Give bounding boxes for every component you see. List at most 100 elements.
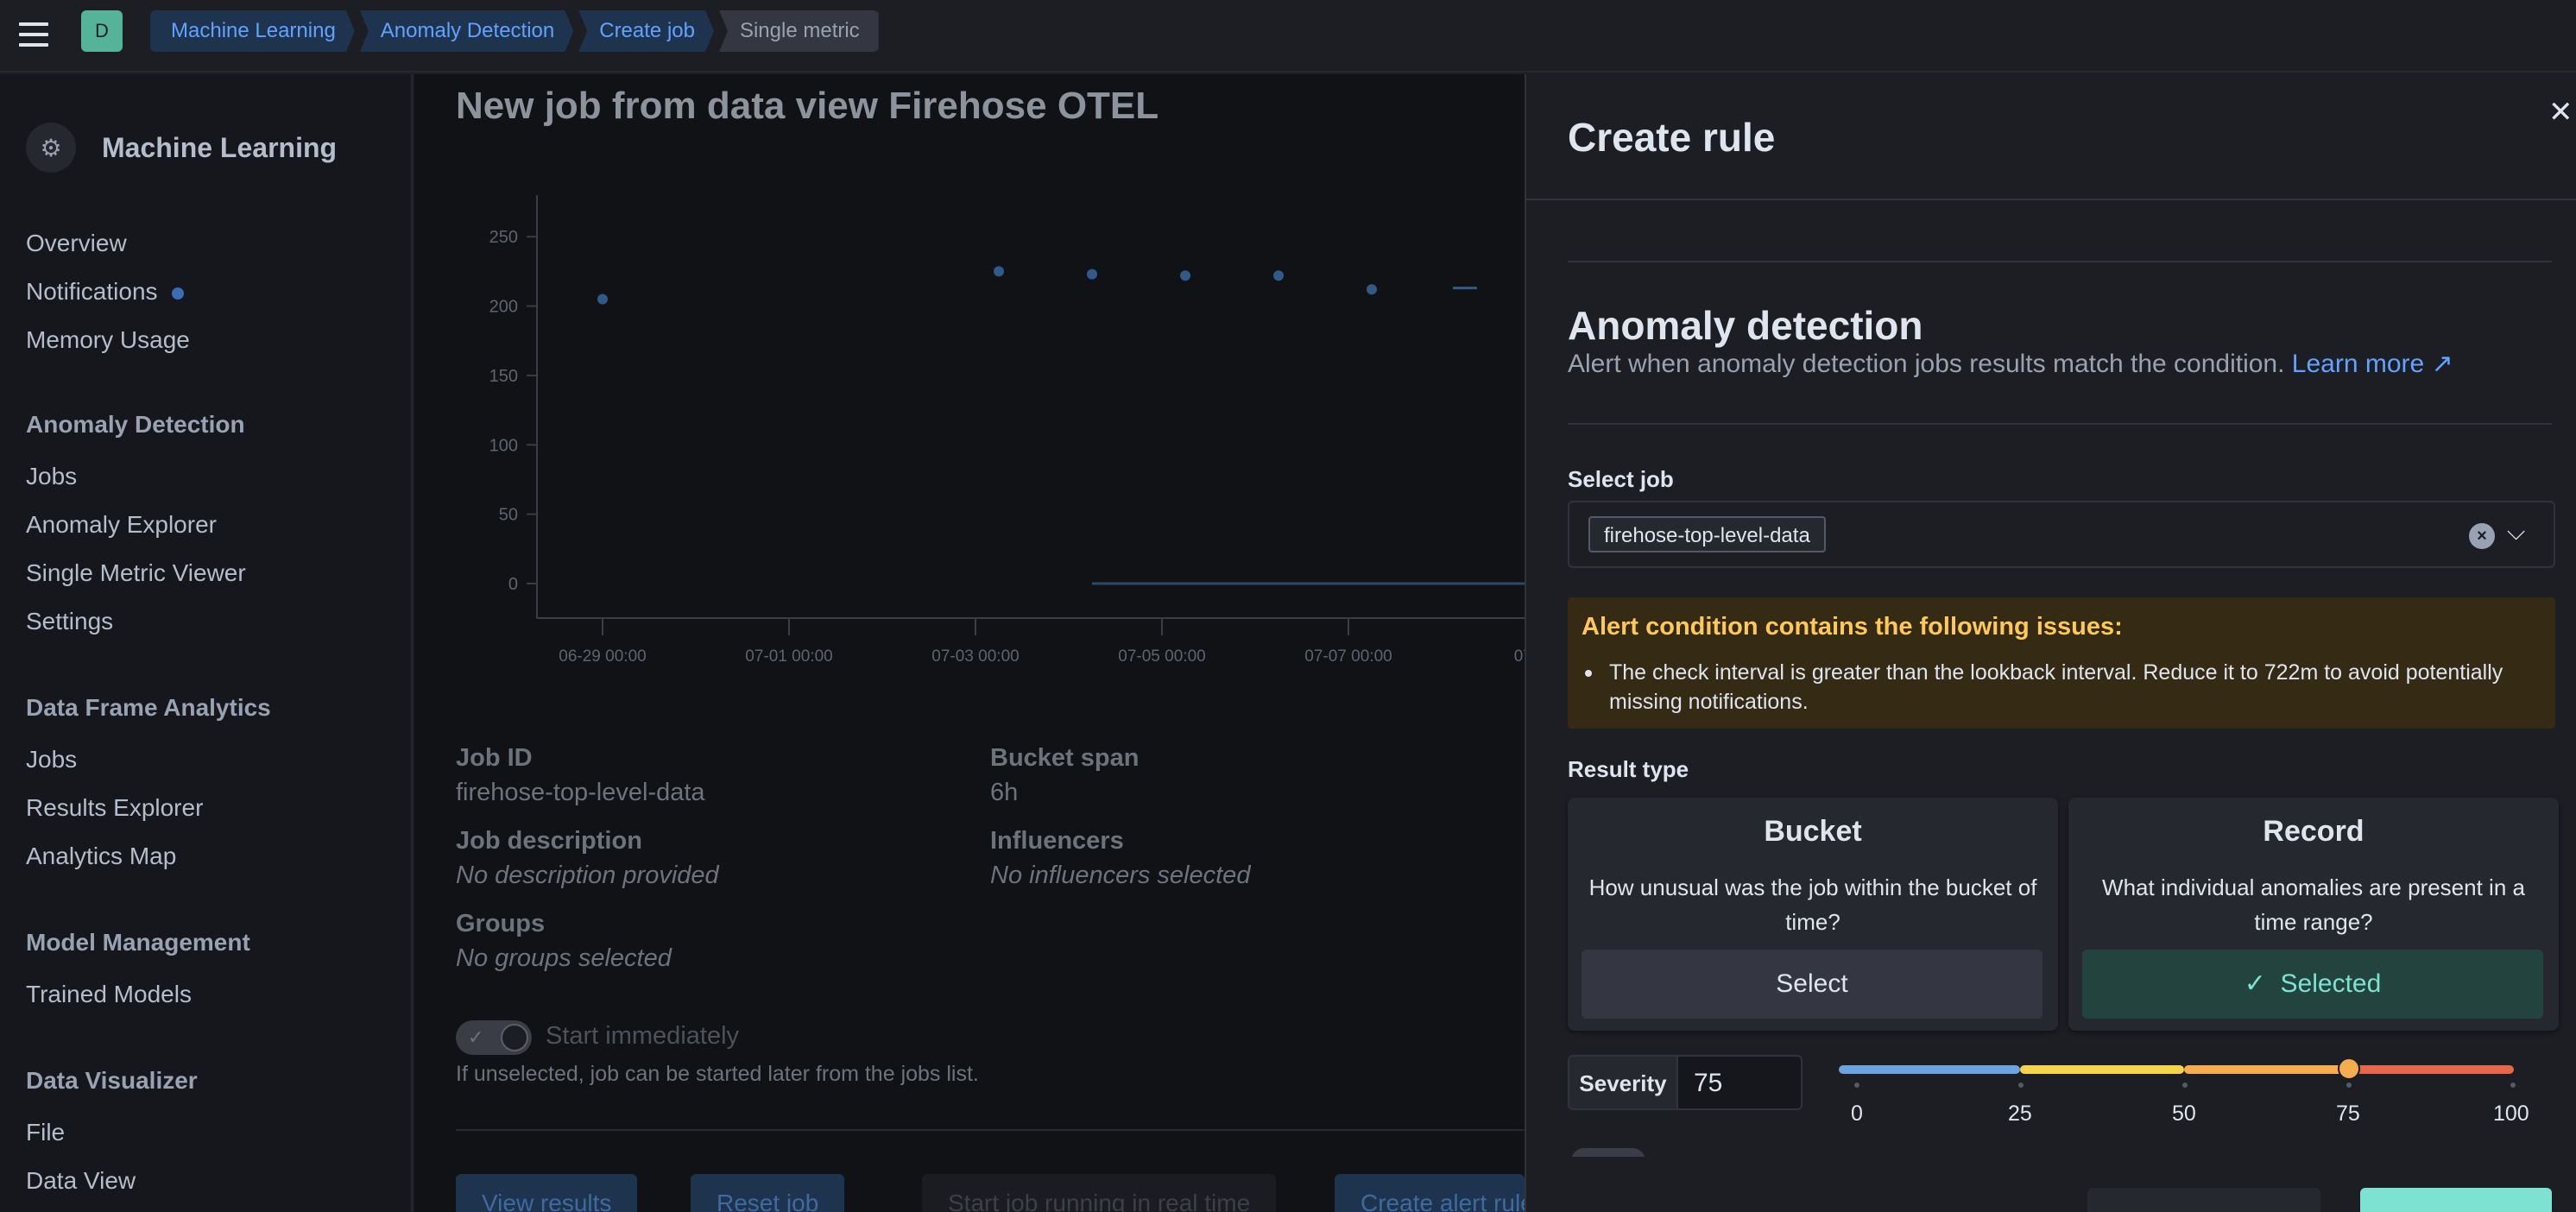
data-point bbox=[1180, 270, 1190, 281]
sidebar-item-analytics-map[interactable]: Analytics Map bbox=[26, 843, 176, 870]
top-bar: D Machine Learning Anomaly Detection Cre… bbox=[0, 0, 2576, 73]
sidebar-item-memory-usage[interactable]: Memory Usage bbox=[26, 326, 190, 354]
sidebar-title: Machine Learning bbox=[102, 131, 338, 163]
data-point bbox=[597, 294, 608, 305]
divider bbox=[1526, 199, 2576, 200]
breadcrumb-create-job[interactable]: Create job bbox=[578, 10, 714, 52]
space-avatar[interactable]: D bbox=[81, 10, 123, 52]
sidebar: ⚙ Machine Learning Overview Notification… bbox=[0, 74, 413, 1212]
slider-tick-label: 50 bbox=[2172, 1102, 2196, 1126]
sidebar-item-data-view[interactable]: Data View bbox=[26, 1167, 136, 1195]
sidebar-item-ad-jobs[interactable]: Jobs bbox=[26, 463, 77, 490]
reset-job-button[interactable]: Reset job bbox=[691, 1174, 845, 1212]
slider-tick bbox=[2182, 1083, 2188, 1088]
create-alert-rule-button[interactable]: Create alert rule bbox=[1335, 1174, 1525, 1212]
ml-logo-icon: ⚙ bbox=[26, 123, 76, 173]
callout-title: Alert condition contains the following i… bbox=[1582, 613, 2123, 641]
start-realtime-button[interactable]: Start job running in real time bbox=[922, 1174, 1277, 1212]
slider-tick bbox=[2346, 1083, 2352, 1088]
sidebar-group-anomaly-detection: Anomaly Detection bbox=[26, 411, 245, 438]
section-desc-text: Alert when anomaly detection jobs result… bbox=[1568, 350, 2285, 378]
check-icon: ✓ bbox=[2244, 969, 2266, 998]
breadcrumb: Machine Learning Anomaly Detection Creat… bbox=[150, 10, 884, 52]
data-point bbox=[1273, 270, 1284, 281]
slider-tick bbox=[2018, 1083, 2024, 1088]
sidebar-item-dfa-jobs[interactable]: Jobs bbox=[26, 746, 77, 773]
divider bbox=[1568, 261, 2552, 262]
data-point bbox=[1087, 268, 1097, 280]
y-tick-label: 150 bbox=[489, 367, 518, 386]
create-rule-flyout: ✕ Create rule Anomaly detection Alert wh… bbox=[1525, 74, 2576, 1212]
bucket-card: Bucket How unusual was the job within th… bbox=[1568, 798, 2058, 1031]
severity-input[interactable]: 75 bbox=[1676, 1055, 1803, 1110]
job-id-value: firehose-top-level-data bbox=[456, 779, 705, 806]
clear-icon[interactable]: × bbox=[2469, 523, 2495, 549]
x-tick-label: 07-03 00:00 bbox=[931, 647, 1019, 666]
close-icon[interactable]: ✕ bbox=[2548, 95, 2573, 129]
job-id-label: Job ID bbox=[456, 744, 533, 772]
slider-tick-label: 100 bbox=[2493, 1102, 2529, 1126]
y-tick-label: 250 bbox=[489, 228, 518, 247]
start-immediately-label: Start immediately bbox=[546, 1022, 740, 1050]
result-type-label: Result type bbox=[1568, 756, 1689, 782]
chevron-down-icon[interactable]: ⌵ bbox=[2507, 518, 2525, 546]
sidebar-item-single-metric-viewer[interactable]: Single Metric Viewer bbox=[26, 559, 246, 587]
severity-track-major bbox=[2184, 1065, 2348, 1074]
view-results-button[interactable]: View results bbox=[456, 1174, 638, 1212]
job-description-label: Job description bbox=[456, 827, 642, 855]
sidebar-header: ⚙ Machine Learning bbox=[26, 123, 337, 173]
sidebar-item-results-explorer[interactable]: Results Explorer bbox=[26, 794, 203, 822]
page-title: New job from data view Firehose OTEL bbox=[456, 85, 1159, 127]
sidebar-item-notifications[interactable]: Notifications bbox=[26, 278, 184, 306]
breadcrumb-machine-learning[interactable]: Machine Learning bbox=[150, 10, 355, 52]
selected-job-pill[interactable]: firehose-top-level-data bbox=[1588, 516, 1826, 552]
bucket-span-value: 6h bbox=[990, 779, 1019, 806]
sidebar-group-model-management: Model Management bbox=[26, 929, 250, 956]
divider bbox=[1568, 423, 2552, 425]
warning-callout: Alert condition contains the following i… bbox=[1568, 597, 2555, 729]
bucket-desc: How unusual was the job within the bucke… bbox=[1588, 874, 2037, 935]
start-immediately-toggle[interactable]: ✓ bbox=[456, 1020, 532, 1055]
record-selected-button[interactable]: ✓ Selected bbox=[2082, 950, 2543, 1019]
data-point bbox=[1367, 284, 1377, 295]
sidebar-item-file[interactable]: File bbox=[26, 1119, 65, 1146]
divider bbox=[456, 1129, 1526, 1131]
groups-label: Groups bbox=[456, 910, 546, 937]
cancel-button[interactable] bbox=[2087, 1188, 2320, 1212]
section-title: Anomaly detection bbox=[1568, 303, 1923, 348]
save-button[interactable] bbox=[2360, 1188, 2552, 1212]
section-description: Alert when anomaly detection jobs result… bbox=[1568, 349, 2453, 379]
severity-label: Severity bbox=[1568, 1055, 1678, 1110]
bucket-title: Bucket bbox=[1764, 815, 1862, 848]
severity-slider-thumb[interactable] bbox=[2338, 1057, 2360, 1080]
influencers-label: Influencers bbox=[990, 827, 1124, 855]
sidebar-item-settings[interactable]: Settings bbox=[26, 608, 113, 635]
slider-tick-label: 0 bbox=[1851, 1102, 1863, 1126]
sidebar-item-trained-models[interactable]: Trained Models bbox=[26, 981, 192, 1008]
job-combobox[interactable]: firehose-top-level-data × ⌵ bbox=[1568, 501, 2555, 568]
sidebar-item-overview[interactable]: Overview bbox=[26, 230, 127, 257]
severity-track-critical bbox=[2348, 1065, 2514, 1074]
record-desc: What individual anomalies are present in… bbox=[2102, 874, 2525, 935]
job-preview-chart: 0 50 100 150 200 250 06-29 00:00 07-01 00:00 07-… bbox=[489, 195, 1525, 666]
job-description-value: No description provided bbox=[456, 862, 719, 889]
start-immediately-help: If unselected, job can be started later … bbox=[456, 1062, 979, 1086]
influencers-value: No influencers selected bbox=[990, 862, 1251, 889]
slider-tick bbox=[1854, 1083, 1859, 1088]
y-tick-label: 100 bbox=[489, 436, 518, 455]
x-tick-label: 07-07 00:00 bbox=[1304, 647, 1392, 666]
x-tick-label: 07-01 00:00 bbox=[745, 647, 832, 666]
external-link-icon: ↗ bbox=[2431, 350, 2453, 378]
flyout-title: Create rule bbox=[1568, 115, 1776, 160]
bucket-select-button[interactable]: Select bbox=[1582, 950, 2042, 1019]
slider-tick-label: 25 bbox=[2008, 1102, 2032, 1126]
breadcrumb-anomaly-detection[interactable]: Anomaly Detection bbox=[360, 10, 573, 52]
data-point bbox=[994, 266, 1004, 277]
menu-icon[interactable] bbox=[19, 22, 48, 48]
severity-track-low bbox=[1839, 1065, 2020, 1074]
y-tick-label: 0 bbox=[508, 575, 518, 594]
learn-more-link[interactable]: Learn more ↗ bbox=[2292, 350, 2453, 378]
check-icon: ✓ bbox=[468, 1026, 484, 1048]
sidebar-item-anomaly-explorer[interactable]: Anomaly Explorer bbox=[26, 511, 217, 539]
select-job-label: Select job bbox=[1568, 466, 1674, 492]
